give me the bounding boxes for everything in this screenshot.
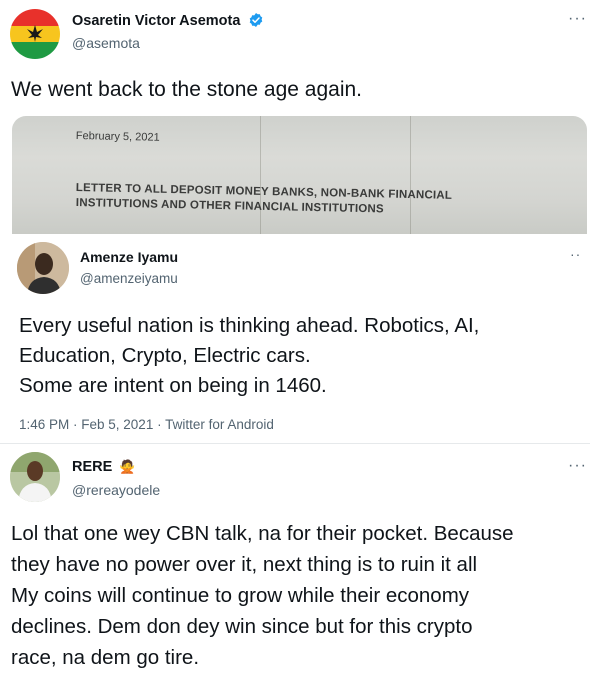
tweet-text-line: race, na dem go tire. (11, 646, 200, 669)
tweet-text-line: Education, Crypto, Electric cars. (19, 344, 311, 367)
tweet-text: Every useful nation is thinking ahead. R… (19, 311, 479, 401)
display-name[interactable]: RERE (72, 459, 112, 475)
tweet-text: Lol that one wey CBN talk, na for their … (11, 518, 514, 673)
more-options-icon[interactable]: ·· (570, 246, 581, 262)
handle[interactable]: @asemota (72, 35, 140, 51)
tweet-text: We went back to the stone age again. (11, 78, 363, 101)
handle[interactable]: @amenzeiyamu (80, 271, 178, 286)
letter-date: February 5, 2021 (75, 130, 160, 144)
avatar-rereayodele[interactable] (10, 452, 60, 502)
handle[interactable]: @rereayodele (72, 482, 160, 498)
display-name[interactable]: Osaretin Victor Asemota (72, 13, 240, 29)
more-options-icon[interactable]: ··· (568, 10, 587, 28)
tweet-text-line: they have no power over it, next thing i… (11, 553, 478, 576)
letter-heading-line2: INSTITUTIONS AND OTHER FINANCIAL INSTITU… (75, 197, 384, 216)
tweet-timestamp[interactable]: 1:46 PM · Feb 5, 2021 · Twitter for Andr… (19, 417, 274, 432)
tweet-text-line: Every useful nation is thinking ahead. R… (19, 314, 480, 337)
tweet-text-line: Lol that one wey CBN talk, na for their … (11, 522, 514, 545)
avatar-asemota[interactable] (10, 9, 60, 59)
tweet-text-line: declines. Dem don dey win since but for … (11, 615, 473, 638)
divider (0, 443, 590, 444)
display-name[interactable]: Amenze Iyamu (80, 249, 178, 265)
avatar-amenzeiyamu[interactable] (17, 242, 69, 294)
tweet-text-line: My coins will continue to grow while the… (11, 584, 470, 607)
more-options-icon[interactable]: ··· (568, 457, 587, 475)
verified-badge-icon (250, 13, 263, 27)
no-gesture-emoji-icon: 🙅 (119, 459, 136, 474)
tweet-text-line: Some are intent on being in 1460. (19, 374, 327, 397)
letter-image[interactable]: February 5, 2021 LETTER TO ALL DEPOSIT M… (12, 116, 587, 234)
